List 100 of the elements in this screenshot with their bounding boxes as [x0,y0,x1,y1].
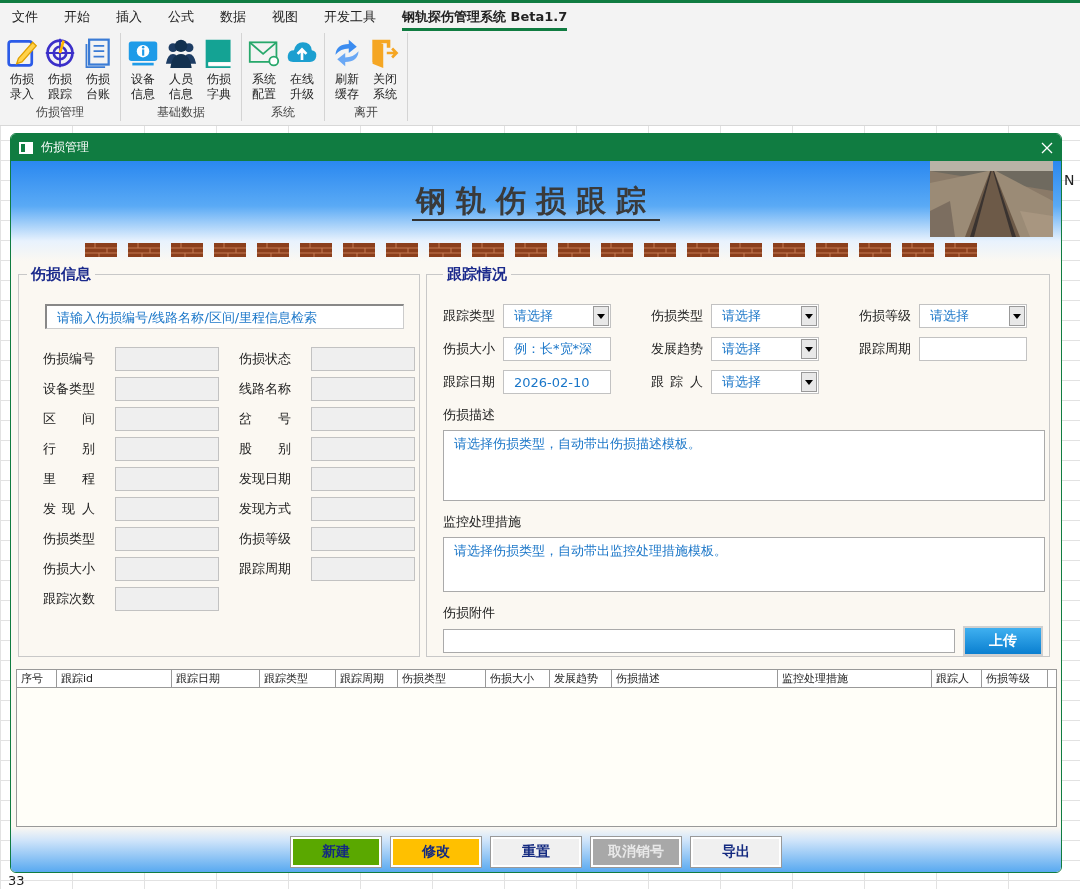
field-label: 伤损等级 [859,307,911,325]
panel-title: 伤损信息 [29,265,92,284]
window-icon [19,141,33,154]
input-field[interactable] [311,497,415,521]
column-header: 跟踪类型 [260,670,336,687]
brick-icon [902,243,934,257]
brick-icon [773,243,805,257]
ribbon-button[interactable]: 伤损字典 [201,35,237,104]
dropdown[interactable]: 请选择 [711,337,819,361]
brick-icon [429,243,461,257]
field-label: 行 别 [43,440,95,458]
panel-title: 跟踪情况 [446,265,508,284]
input-field[interactable] [115,437,219,461]
target-icon [44,37,76,69]
ribbon-tab[interactable]: 钢轨探伤管理系统 Beta1.7 [402,5,568,31]
dropdown[interactable]: 请选择 [711,370,819,394]
ribbon-tab[interactable]: 插入 [116,5,142,31]
field-label: 发现日期 [239,470,291,488]
input-field[interactable] [115,557,219,581]
banner-title: 钢轨伤损跟踪 [412,183,660,221]
close-icon[interactable] [1041,141,1053,154]
input-field[interactable] [115,407,219,431]
brick-icon [300,243,332,257]
input-field[interactable] [311,557,415,581]
ribbon-tab[interactable]: 公式 [168,5,194,31]
dropdown[interactable]: 请选择 [919,304,1027,328]
field-label: 发现方式 [239,500,291,518]
brick-icon [85,243,117,257]
ribbon-tab[interactable]: 数据 [220,5,246,31]
input-field[interactable] [115,377,219,401]
row-number: 33 [8,874,25,888]
brick-icon [214,243,246,257]
field-label: 伤损大小 [443,340,495,358]
caret-icon [805,346,813,352]
input-field[interactable]: 例：长*宽*深 [503,337,611,361]
column-header: 伤损描述 [612,670,778,687]
input-field[interactable] [311,377,415,401]
input-field[interactable] [115,497,219,521]
input-field[interactable] [311,407,415,431]
brick-icon [343,243,375,257]
ribbon-button[interactable]: 在线升级 [284,35,320,104]
input-field[interactable] [115,527,219,551]
input-field[interactable] [115,587,219,611]
text-area[interactable]: 请选择伤损类型，自动带出监控处理措施模板。 [443,537,1045,592]
ribbon-tab[interactable]: 开发工具 [324,5,376,31]
action-button[interactable]: 导出 [691,837,781,867]
action-button[interactable]: 修改 [391,837,481,867]
ribbon-button[interactable]: 伤损跟踪 [42,35,78,104]
field-label: 里 程 [43,470,95,488]
input-field[interactable] [311,437,415,461]
ribbon-button[interactable]: 系统配置 [246,35,282,104]
input-field[interactable] [311,347,415,371]
ribbon-button[interactable]: 伤损台账 [80,35,116,104]
dropdown[interactable]: 请选择 [503,304,611,328]
column-header: 发展趋势 [550,670,612,687]
caret-icon [805,313,813,319]
field-label: 伤损描述 [443,406,495,424]
brick-icon [859,243,891,257]
people-icon [165,37,197,69]
field-label: 跟踪次数 [43,590,95,608]
field-label: 岔 号 [239,410,291,428]
search-field[interactable]: 请输入伤损编号/线路名称/区间/里程信息检索 [45,304,404,329]
action-button[interactable]: 新建 [291,837,381,867]
brick-icon [472,243,504,257]
column-header: 伤损类型 [398,670,486,687]
ribbon-tab[interactable]: 视图 [272,5,298,31]
input-field[interactable] [115,347,219,371]
ribbon-button[interactable]: 关闭系统 [367,35,403,104]
ribbon-tab[interactable]: 开始 [64,5,90,31]
input-field[interactable]: 2026-02-10 [503,370,611,394]
column-header: 监控处理措施 [778,670,932,687]
field-label: 发 现 人 [43,500,95,518]
column-header: 跟踪id [57,670,172,687]
field-label: 跟踪日期 [443,373,495,391]
ribbon-button[interactable]: 刷新缓存 [329,35,365,104]
brick-icon [515,243,547,257]
input-field[interactable] [443,629,955,653]
input-field[interactable] [919,337,1027,361]
ribbon-button[interactable]: 设备信息 [125,35,161,104]
ribbon-button[interactable]: 伤损录入 [4,35,40,104]
column-header: 跟踪日期 [172,670,260,687]
ribbon-tab[interactable]: 文件 [12,5,38,31]
input-field[interactable] [115,467,219,491]
field-label: 伤损等级 [239,530,291,548]
field-label: 跟踪类型 [443,307,495,325]
column-header: N [1064,172,1075,188]
brick-icon [386,243,418,257]
field-label: 发展趋势 [651,340,703,358]
brick-icon [601,243,633,257]
column-header: 序号 [17,670,57,687]
field-label: 区 间 [43,410,95,428]
dropdown[interactable]: 请选择 [711,304,819,328]
input-field[interactable] [311,527,415,551]
brick-icon [687,243,719,257]
input-field[interactable] [311,467,415,491]
field-label: 线路名称 [239,380,291,398]
action-button[interactable]: 重置 [491,837,581,867]
ribbon-button[interactable]: 人员信息 [163,35,199,104]
text-area[interactable]: 请选择伤损类型，自动带出伤损描述模板。 [443,430,1045,502]
brick-icon [171,243,203,257]
